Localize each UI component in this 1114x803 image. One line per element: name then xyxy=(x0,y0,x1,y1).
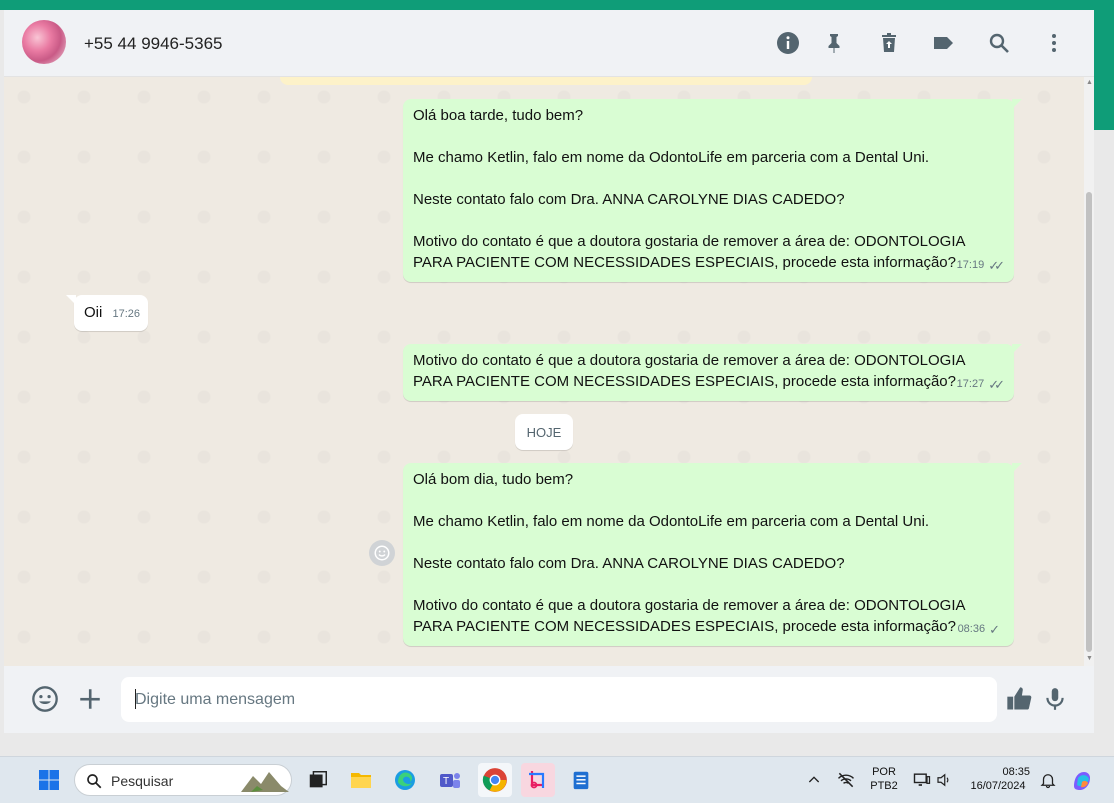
info-icon[interactable] xyxy=(775,30,801,56)
composer-bar xyxy=(4,666,1094,733)
windows-taskbar: Pesquisar T POR PTB2 08:35 16/07/2024 xyxy=(0,756,1114,803)
message-line: Oii xyxy=(84,304,103,321)
system-clock[interactable]: 08:35 16/07/2024 xyxy=(962,765,1034,793)
search-icon xyxy=(87,774,102,789)
message-line: PARA PACIENTE COM NECESSIDADES ESPECIAIS… xyxy=(413,373,956,390)
message-line: PARA PACIENTE COM NECESSIDADES ESPECIAIS… xyxy=(413,254,956,271)
search-highlight-image xyxy=(241,772,289,792)
emoji-react-icon[interactable] xyxy=(369,540,395,566)
message-meta: 17:27 ✓✓ xyxy=(956,374,1005,395)
svg-text:T: T xyxy=(443,776,449,787)
message-line: Me chamo Ketlin, falo em nome da OdontoL… xyxy=(413,513,930,530)
message-line xyxy=(413,532,1004,553)
message-line: Motivo do contato é que a doutora gostar… xyxy=(413,597,966,614)
thumbs-up-icon[interactable] xyxy=(1004,684,1034,714)
keyboard-layout: PTB2 xyxy=(870,780,898,792)
language-indicator[interactable]: POR PTB2 xyxy=(866,765,902,793)
chat-scrollbar[interactable]: ▲ ▼ xyxy=(1084,77,1094,666)
tray-chevron-up-icon[interactable] xyxy=(800,766,828,794)
taskbar-search[interactable]: Pesquisar xyxy=(74,764,292,796)
message-line xyxy=(413,574,1004,595)
clock-time: 08:35 xyxy=(1002,766,1030,778)
message-meta: 08:36 ✓ xyxy=(958,619,1004,640)
taskbar-search-label: Pesquisar xyxy=(111,773,174,789)
chat-area[interactable]: Olá boa tarde, tudo bem? Me chamo Ketlin… xyxy=(4,77,1094,666)
emoji-icon[interactable] xyxy=(30,684,60,714)
copilot-icon[interactable] xyxy=(1068,766,1096,794)
message-line: Motivo do contato é que a doutora gostar… xyxy=(413,233,966,250)
message-time: 17:27 xyxy=(956,378,985,390)
language-code: POR xyxy=(872,766,896,778)
date-divider: HOJE xyxy=(515,414,573,450)
edge-browser-icon[interactable] xyxy=(391,766,419,794)
message-input[interactable] xyxy=(121,677,997,722)
message-time: 17:26 xyxy=(112,308,140,320)
bubble-tail xyxy=(1012,344,1022,354)
message-line: Motivo do contato é que a doutora gostar… xyxy=(413,352,966,369)
text-caret xyxy=(135,689,136,709)
chrome-icon[interactable] xyxy=(478,763,512,797)
message-line: PARA PACIENTE COM NECESSIDADES ESPECIAIS… xyxy=(413,618,956,635)
bubble-tail xyxy=(1012,99,1022,109)
scroll-down-arrow-icon[interactable]: ▼ xyxy=(1086,655,1093,662)
message-line xyxy=(413,168,1004,189)
contact-avatar[interactable] xyxy=(22,20,66,64)
volume-icon[interactable] xyxy=(930,766,958,794)
chat-header: +55 44 9946-5365 xyxy=(4,10,1094,77)
window-edge-band xyxy=(1094,10,1114,130)
scrollbar-thumb[interactable] xyxy=(1086,192,1092,652)
bubble-tail xyxy=(1012,463,1022,473)
message-line: Olá bom dia, tudo bem? xyxy=(413,471,574,488)
windows-start-icon[interactable] xyxy=(35,766,63,794)
message-meta: 17:26 xyxy=(112,304,140,325)
notepad-icon[interactable] xyxy=(567,766,595,794)
pin-icon[interactable] xyxy=(821,30,847,56)
message-bubble-incoming[interactable]: Oii 17:26 xyxy=(66,295,148,331)
message-line xyxy=(413,490,1004,511)
message-time: 08:36 xyxy=(957,623,986,635)
file-explorer-icon[interactable] xyxy=(347,766,375,794)
message-meta: 17:19 ✓✓ xyxy=(956,255,1005,276)
message-bubble-outgoing[interactable]: Olá boa tarde, tudo bem? Me chamo Ketlin… xyxy=(403,99,1022,282)
message-line: Neste contato falo com Dra. ANNA CAROLYN… xyxy=(413,555,845,572)
label-icon[interactable] xyxy=(930,30,956,56)
message-line xyxy=(413,210,1004,231)
more-icon[interactable] xyxy=(1041,30,1067,56)
notice-strip xyxy=(280,77,812,85)
snipping-tool-icon[interactable] xyxy=(521,763,555,797)
whatsapp-window: +55 44 9946-5365 Olá boa tarde, tudo bem… xyxy=(4,10,1094,733)
message-line: Olá boa tarde, tudo bem? xyxy=(413,107,584,124)
task-view-icon[interactable] xyxy=(304,766,332,794)
window-top-band xyxy=(0,0,1114,10)
teams-icon[interactable]: T xyxy=(436,766,464,794)
contact-phone[interactable]: +55 44 9946-5365 xyxy=(84,34,223,54)
double-check-icon: ✓✓ xyxy=(988,258,1005,273)
message-line xyxy=(413,126,1004,147)
double-check-icon: ✓✓ xyxy=(988,377,1005,392)
microphone-icon[interactable] xyxy=(1040,684,1070,714)
trash-icon[interactable] xyxy=(876,30,902,56)
search-icon[interactable] xyxy=(986,30,1012,56)
message-line: Me chamo Ketlin, falo em nome da OdontoL… xyxy=(413,149,930,166)
notification-bell-icon[interactable] xyxy=(1034,766,1062,794)
single-check-icon: ✓ xyxy=(989,622,1000,637)
network-off-icon[interactable] xyxy=(832,766,860,794)
attach-plus-icon[interactable] xyxy=(75,684,105,714)
bubble-tail xyxy=(66,295,76,305)
message-bubble-outgoing[interactable]: Olá bom dia, tudo bem? Me chamo Ketlin, … xyxy=(403,463,1022,646)
scroll-up-arrow-icon[interactable]: ▲ xyxy=(1086,79,1093,86)
message-bubble-outgoing[interactable]: Motivo do contato é que a doutora gostar… xyxy=(403,344,1022,401)
clock-date: 16/07/2024 xyxy=(970,780,1026,792)
message-line: Neste contato falo com Dra. ANNA CAROLYN… xyxy=(413,191,845,208)
message-time: 17:19 xyxy=(956,259,985,271)
